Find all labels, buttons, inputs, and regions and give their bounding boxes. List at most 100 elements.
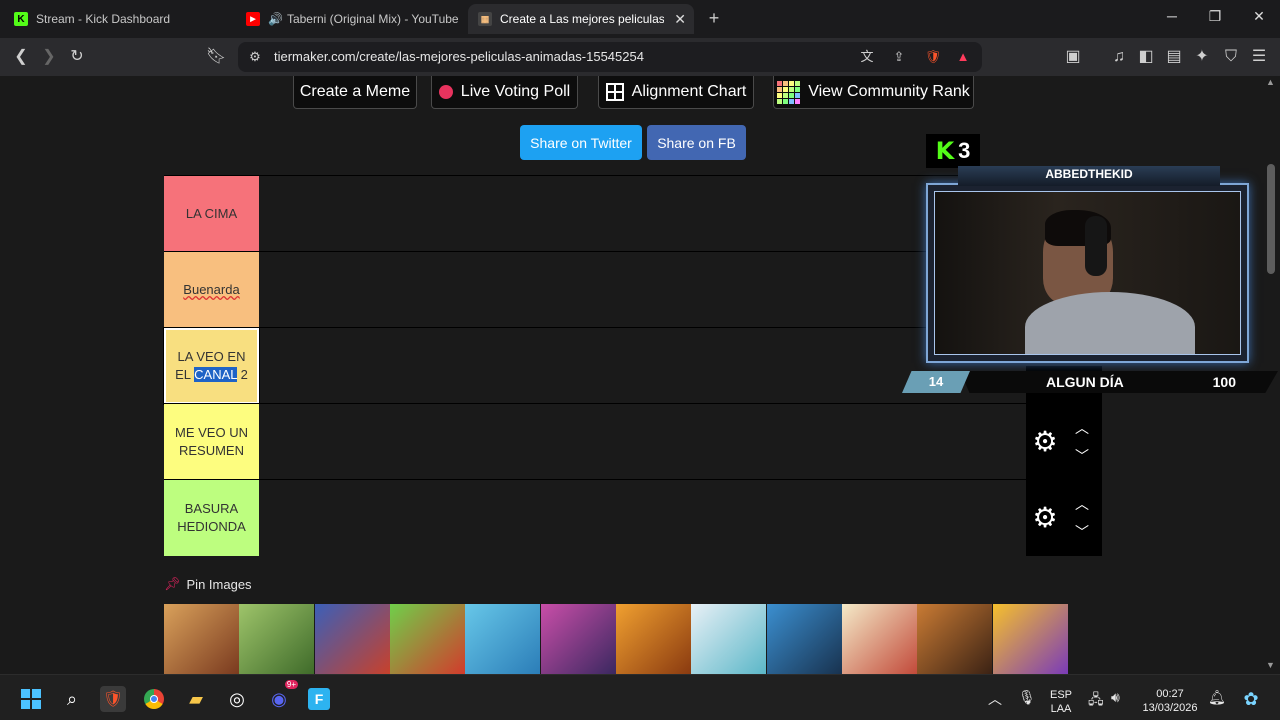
movie-poster[interactable]: [992, 604, 1068, 674]
close-tab-icon[interactable]: ✕: [674, 11, 686, 28]
movie-poster[interactable]: [766, 604, 842, 674]
share-fb-label: Share on FB: [657, 134, 736, 151]
live-voting-poll-label: Live Voting Poll: [460, 83, 571, 100]
move-down-icon[interactable]: ﹀: [1072, 522, 1092, 542]
back-icon[interactable]: ❮: [10, 47, 32, 67]
discord-icon[interactable]: ◉ 9+: [266, 680, 298, 712]
tier-row[interactable]: Buenarda: [164, 251, 1028, 328]
pin-images-toggle[interactable]: 📌︎ Pin Images: [164, 576, 252, 592]
share-icon[interactable]: ⇪: [888, 47, 910, 67]
share-twitter-button[interactable]: Share on Twitter: [520, 125, 642, 160]
tier-list: LA CIMA Buenarda LA VEO EN EL CANAL 2 ME…: [163, 175, 1028, 556]
discord-badge: 9+: [284, 680, 298, 689]
movie-poster[interactable]: [164, 604, 239, 674]
tiermaker-icon: ▦: [478, 12, 492, 26]
tier-label-buenarda[interactable]: Buenarda: [164, 252, 259, 328]
scroll-thumb[interactable]: [1267, 164, 1275, 274]
tab-kick-dashboard[interactable]: K Stream - Kick Dashboard: [4, 4, 236, 34]
input-language[interactable]: ESP LAA: [1046, 688, 1076, 716]
obs-icon[interactable]: ◎: [224, 686, 250, 712]
speaker-icon: 🔊: [268, 12, 283, 26]
app-f-icon[interactable]: F: [308, 688, 330, 710]
view-community-rank-button[interactable]: View Community Rank: [773, 76, 974, 109]
tier-controls: ⚙ ︿ ﹀ ⚙ ︿ ﹀: [1026, 366, 1102, 556]
movie-poster[interactable]: [540, 604, 616, 674]
show-hidden-icons[interactable]: ︿: [988, 689, 1002, 709]
windows-taskbar: ⌕ 🛡︎ ▰ ◎ ◉ 9+ F ︿ 🎙︎ ESP LAA 🖧︎ 🔊︎ 00:27 …: [0, 674, 1280, 720]
leo-ai-icon[interactable]: ✦: [1191, 47, 1213, 67]
movie-poster[interactable]: [314, 604, 390, 674]
brave-rewards-icon[interactable]: ▲: [952, 47, 974, 67]
restore-icon[interactable]: ❐: [1203, 8, 1227, 25]
microphone-icon[interactable]: 🎙︎: [1018, 689, 1036, 706]
minimize-icon[interactable]: ─: [1160, 8, 1184, 24]
address-bar[interactable]: ⚙ tiermaker.com/create/las-mejores-pelic…: [238, 42, 982, 72]
kick-logo-icon: K: [935, 137, 955, 165]
movie-poster[interactable]: [841, 604, 917, 674]
close-window-icon[interactable]: ✕: [1247, 8, 1271, 25]
tier-label-text: LA VEO EN EL CANAL 2: [170, 348, 253, 384]
windows-start-icon[interactable]: [18, 686, 44, 712]
tab-tiermaker[interactable]: ▦ Create a Las mejores peliculas ar ✕: [468, 4, 694, 34]
tier-row[interactable]: LA CIMA: [164, 175, 1028, 252]
move-up-icon[interactable]: ︿: [1072, 494, 1092, 514]
selected-text: CANAL: [194, 367, 238, 382]
search-icon[interactable]: ⌕: [59, 686, 85, 712]
alignment-chart-button[interactable]: Alignment Chart: [598, 76, 754, 109]
vpn-icon[interactable]: ⛉: [1220, 47, 1242, 67]
tier-label-editing[interactable]: LA VEO EN EL CANAL 2: [163, 327, 260, 405]
tier-row[interactable]: LA VEO EN EL CANAL 2: [163, 327, 1028, 405]
brave-browser-icon[interactable]: 🛡︎: [100, 686, 126, 712]
tier-label-text: LA CIMA: [185, 206, 238, 221]
gear-icon[interactable]: ⚙: [1031, 504, 1059, 532]
gear-icon[interactable]: ⚙: [1031, 428, 1059, 456]
clock-date: 13/03/2026: [1142, 702, 1198, 714]
tier-label-text: BASURA HEDIONDA: [177, 501, 246, 534]
chrome-icon[interactable]: [141, 686, 167, 712]
tab-youtube[interactable]: ▶ 🔊 Taberni (Original Mix) - YouTube: [236, 4, 468, 34]
volume-icon[interactable]: 🔊︎: [1111, 689, 1120, 706]
media-icon[interactable]: ♫: [1108, 47, 1130, 67]
movie-poster[interactable]: [615, 604, 691, 674]
move-down-icon[interactable]: ﹀: [1072, 446, 1092, 466]
movie-poster[interactable]: [389, 604, 465, 674]
forward-icon[interactable]: ❯: [38, 47, 60, 67]
sidebar-icon[interactable]: ◧: [1135, 47, 1157, 67]
bookmark-icon[interactable]: 🔖︎: [205, 47, 227, 67]
live-voting-poll-button[interactable]: Live Voting Poll: [431, 76, 578, 109]
tab-title: Taberni (Original Mix) - YouTube: [286, 12, 459, 26]
reader-mode-icon[interactable]: ▣: [1062, 47, 1084, 67]
site-settings-icon[interactable]: ⚙: [244, 47, 266, 67]
clock[interactable]: 00:27 13/03/2026: [1138, 687, 1202, 715]
notification-bell-icon[interactable]: 🔔︎: [1208, 689, 1226, 706]
song-info-bar: 14 ALGUN DÍA 100: [902, 371, 1278, 393]
create-meme-button[interactable]: Create a Meme: [293, 76, 417, 109]
tier-row[interactable]: ME VEO UN RESUMEN: [164, 403, 1028, 480]
movie-poster[interactable]: [917, 604, 993, 674]
translate-icon[interactable]: 文: [856, 47, 878, 67]
movie-poster[interactable]: [465, 604, 541, 674]
move-up-icon[interactable]: ︿: [1072, 418, 1092, 438]
wallet-icon[interactable]: ▤: [1163, 47, 1185, 67]
menu-icon[interactable]: ☰: [1248, 47, 1270, 67]
scroll-down-icon[interactable]: ▼: [1266, 660, 1275, 670]
share-fb-button[interactable]: Share on FB: [647, 125, 746, 160]
tier-row[interactable]: BASURA HEDIONDA: [164, 479, 1028, 556]
file-explorer-icon[interactable]: ▰: [183, 686, 209, 712]
movie-poster[interactable]: [239, 604, 315, 674]
browser-tab-strip: K Stream - Kick Dashboard ▶ 🔊 Taberni (O…: [0, 0, 1280, 38]
network-icon[interactable]: 🖧︎: [1088, 689, 1104, 713]
movie-poster[interactable]: [691, 604, 767, 674]
keyboard-layout: LAA: [1050, 703, 1072, 715]
tier-label-basura-hedionda[interactable]: BASURA HEDIONDA: [164, 480, 259, 556]
youtube-icon: ▶: [246, 12, 260, 26]
brave-shields-icon[interactable]: 🛡︎: [922, 47, 944, 67]
new-tab-button[interactable]: +: [704, 8, 724, 29]
tier-label-la-cima[interactable]: LA CIMA: [164, 176, 259, 252]
streamer-shirt: [1025, 292, 1195, 354]
reload-icon[interactable]: ↻: [66, 47, 88, 67]
scroll-up-icon[interactable]: ▲: [1266, 77, 1275, 87]
tier-label-me-veo-un-resumen[interactable]: ME VEO UN RESUMEN: [164, 404, 259, 480]
record-dot-icon: [438, 85, 453, 99]
copilot-icon[interactable]: ✿: [1238, 686, 1264, 712]
